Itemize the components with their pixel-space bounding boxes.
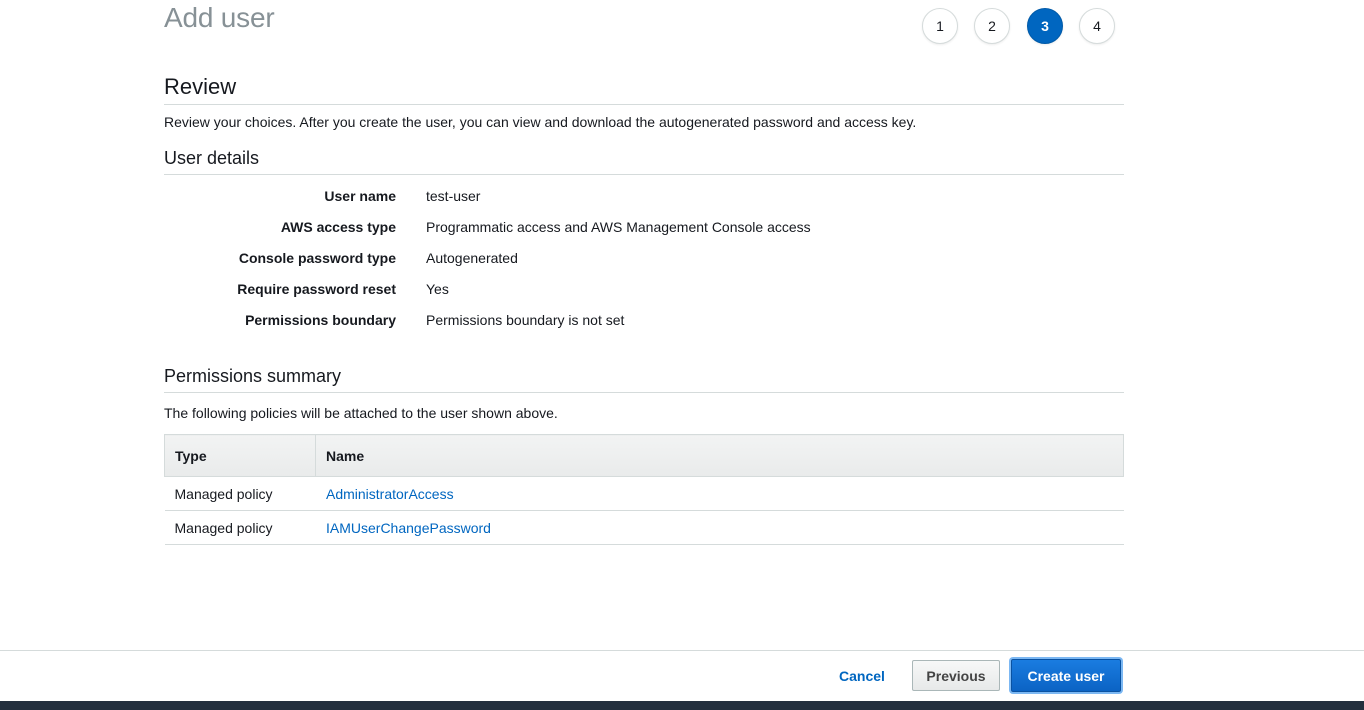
policy-type-cell: Managed policy — [164, 476, 316, 511]
step-2[interactable]: 2 — [974, 8, 1010, 44]
column-header-name[interactable]: Name — [315, 434, 1124, 477]
table-row: Managed policy AdministratorAccess — [164, 476, 1124, 511]
table-row: Managed policy IAMUserChangePassword — [164, 510, 1124, 545]
step-4[interactable]: 4 — [1079, 8, 1115, 44]
policy-name-cell: IAMUserChangePassword — [315, 510, 1124, 545]
detail-value: Yes — [426, 281, 449, 297]
step-3[interactable]: 3 — [1027, 8, 1063, 44]
policy-type-cell: Managed policy — [164, 510, 316, 545]
detail-row-user-name: User name test-user — [164, 188, 964, 210]
console-footer-bar — [0, 701, 1364, 710]
review-description: Review your choices. After you create th… — [164, 114, 917, 130]
detail-label: Require password reset — [237, 281, 396, 297]
create-user-button[interactable]: Create user — [1011, 659, 1121, 692]
policy-link[interactable]: IAMUserChangePassword — [326, 520, 491, 536]
detail-row-password-type: Console password type Autogenerated — [164, 250, 964, 272]
policy-link[interactable]: AdministratorAccess — [326, 486, 454, 502]
cancel-button[interactable]: Cancel — [826, 660, 898, 691]
policy-table: Type Name Managed policy AdministratorAc… — [164, 434, 1124, 545]
table-header-row: Type Name — [164, 434, 1124, 477]
detail-value: Permissions boundary is not set — [426, 312, 625, 328]
detail-row-password-reset: Require password reset Yes — [164, 281, 964, 303]
footer-divider — [0, 650, 1364, 651]
detail-value: test-user — [426, 188, 481, 204]
user-details-heading: User details — [164, 148, 1124, 175]
detail-row-permissions-boundary: Permissions boundary Permissions boundar… — [164, 312, 964, 334]
step-1[interactable]: 1 — [922, 8, 958, 44]
page-title: Add user — [164, 2, 275, 33]
column-header-type[interactable]: Type — [164, 434, 316, 477]
review-heading: Review — [164, 74, 1124, 105]
detail-row-access-type: AWS access type Programmatic access and … — [164, 219, 964, 241]
detail-label: AWS access type — [280, 219, 396, 235]
permissions-description: The following policies will be attached … — [164, 405, 558, 421]
permissions-summary-heading: Permissions summary — [164, 366, 1124, 393]
detail-value: Programmatic access and AWS Management C… — [426, 219, 811, 235]
detail-value: Autogenerated — [426, 250, 518, 266]
policy-name-cell: AdministratorAccess — [315, 476, 1124, 511]
detail-label: User name — [324, 188, 396, 204]
detail-label: Console password type — [238, 250, 396, 266]
previous-button[interactable]: Previous — [912, 660, 1000, 691]
detail-label: Permissions boundary — [245, 312, 396, 328]
